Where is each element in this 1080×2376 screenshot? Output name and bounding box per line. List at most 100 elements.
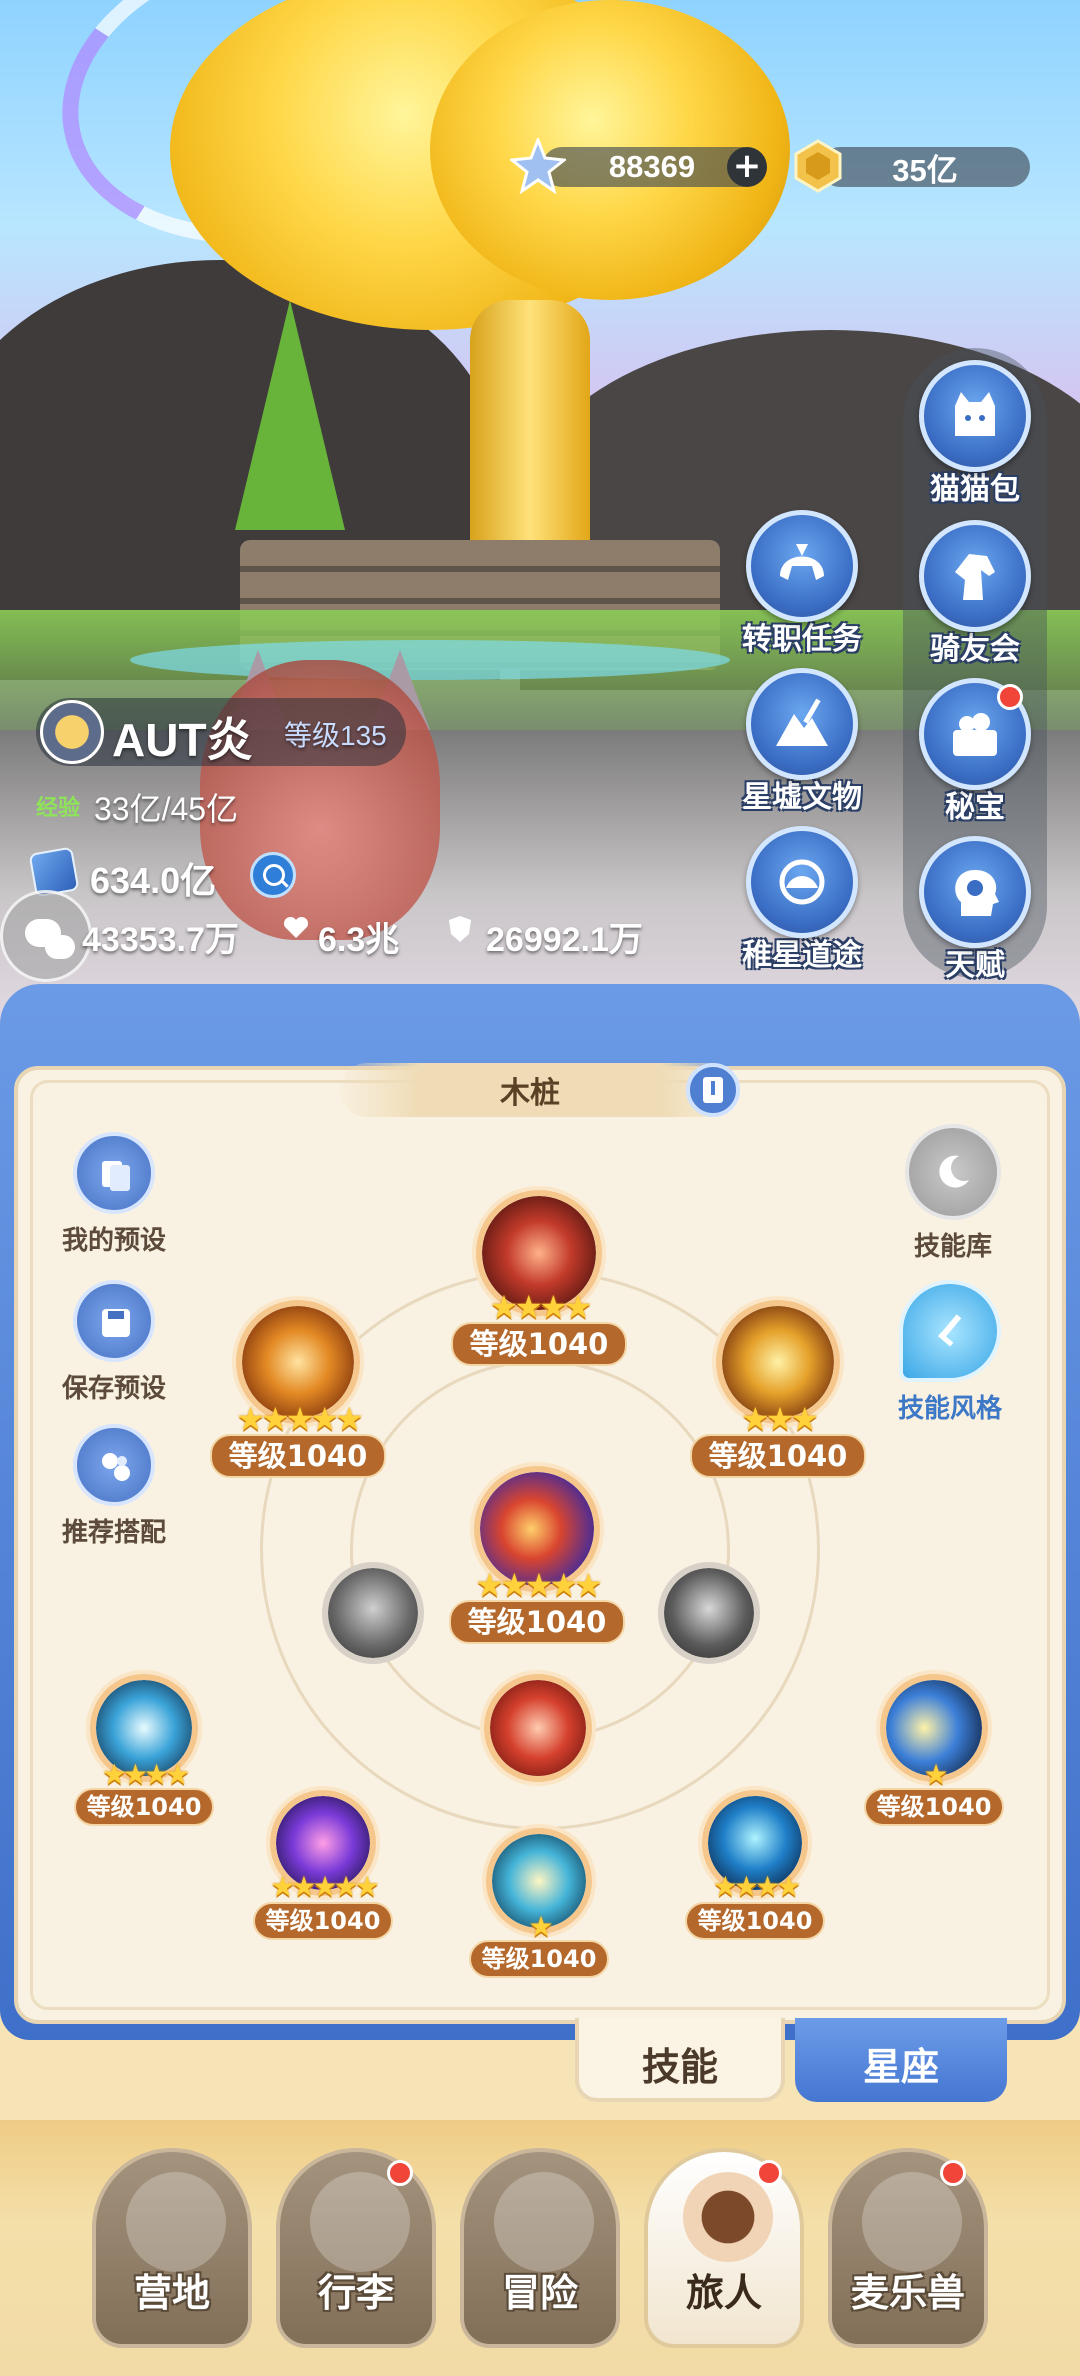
skill-stars: ★★★★★	[475, 1566, 602, 1604]
recommend-combo-button[interactable]: 推荐搭配	[34, 1424, 194, 1549]
skill-level: 等级1040	[210, 1434, 386, 1478]
sword-shield-icon	[937, 1314, 962, 1347]
pets-badge	[940, 2160, 966, 2186]
target-label: 木桩	[500, 1076, 560, 1111]
gold-value: 35亿	[892, 152, 958, 188]
exp-value: 33亿/45亿	[94, 791, 239, 827]
treasure-chest-icon	[953, 713, 997, 756]
cat-pet-icon	[862, 2172, 962, 2272]
tab-skill-label: 技能	[641, 2045, 718, 2089]
star-road-icon	[779, 859, 825, 905]
skill-slot-upper-right[interactable]: ★★★ 等级1040	[690, 1300, 866, 1478]
star-gem-icon	[510, 138, 566, 194]
horse-head-icon	[955, 554, 995, 600]
save-preset-label: 保存预设	[61, 1374, 166, 1404]
nav-traveler-label: 旅人	[685, 2271, 762, 2315]
skill-slot-lower-left[interactable]: ★★★★★ 等级1040	[253, 1790, 393, 1940]
skill-stars: ★★★	[740, 1400, 819, 1438]
heart-icon	[283, 916, 309, 938]
nav-pets-label: 麦乐兽	[850, 2271, 965, 2315]
menu-treasure[interactable]: 秘宝	[900, 678, 1050, 826]
recommend-combo-icon	[102, 1453, 130, 1481]
moon-star-icon	[939, 1155, 969, 1188]
combat-power-value: 634.0亿	[90, 860, 217, 901]
player-level: 等级135	[284, 720, 387, 751]
skill-level: 等级1040	[74, 1788, 214, 1826]
skill-level: 等级1040	[253, 1902, 393, 1940]
hp-value: 6.3兆	[318, 921, 400, 959]
skill-stars: ★★★★★	[236, 1400, 363, 1438]
skill-library-button[interactable]: 技能库	[873, 1124, 1033, 1263]
player-name: AUT炎	[112, 714, 253, 766]
skill-style-button[interactable]: 技能风格	[870, 1280, 1030, 1425]
skill-level: 等级1040	[864, 1788, 1004, 1826]
skill-stars: ★★★★	[101, 1758, 190, 1791]
skill-slot-locked-right[interactable]	[658, 1562, 760, 1664]
castle-icon	[126, 2172, 226, 2272]
save-preset-button[interactable]: 保存预设	[34, 1280, 194, 1405]
skill-slot-upper-left[interactable]: ★★★★★ 等级1040	[210, 1300, 386, 1478]
menu-rider-club[interactable]: 骑友会	[900, 520, 1050, 668]
player-avatar[interactable]	[40, 700, 104, 764]
skill-level: 等级1040	[685, 1902, 825, 1940]
skill-stars: ★	[923, 1758, 948, 1791]
menu-cat-bag[interactable]: 猫猫包	[900, 360, 1050, 508]
skill-slot-core[interactable]	[484, 1674, 592, 1782]
skill-slot-lower-center[interactable]: ★ 等级1040	[469, 1828, 609, 1978]
recommend-combo-label: 推荐搭配	[61, 1518, 166, 1548]
water-stream	[130, 640, 730, 680]
menu-job-quest[interactable]: 转职任务	[727, 510, 877, 658]
skill-slot-far-right[interactable]: ★ 等级1040	[864, 1674, 1004, 1826]
search-icon[interactable]	[250, 852, 296, 898]
my-presets-button[interactable]: 我的预设	[34, 1132, 194, 1257]
menu-talent[interactable]: 天赋	[900, 836, 1050, 984]
chat-icon[interactable]	[0, 890, 92, 982]
menu-relics[interactable]: 星墟文物	[727, 668, 877, 816]
skill-library-label: 技能库	[913, 1232, 992, 1262]
nav-camp-label: 营地	[133, 2271, 210, 2315]
skill-level: 等级1040	[469, 1940, 609, 1978]
crossed-swords-icon	[494, 2172, 594, 2272]
cat-bag-icon	[955, 392, 995, 436]
skill-slot-top[interactable]: ★★★★ 等级1040	[451, 1190, 627, 1366]
skill-slot-center[interactable]: ★★★★★ 等级1040	[449, 1466, 625, 1644]
nav-camp[interactable]: 营地	[92, 2148, 252, 2348]
tab-skill[interactable]: 技能	[575, 2018, 785, 2102]
head-brain-icon	[955, 870, 999, 916]
skill-level: 等级1040	[451, 1322, 627, 1366]
pine-tree	[235, 300, 345, 530]
gold-coin-icon	[794, 139, 842, 193]
save-disk-icon	[102, 1309, 130, 1337]
nav-adventure[interactable]: 冒险	[460, 2148, 620, 2348]
tab-constellation-label: 星座	[862, 2045, 939, 2089]
my-presets-label: 我的预设	[61, 1226, 166, 1256]
skill-stars: ★	[528, 1910, 553, 1943]
gold-counter: 35亿	[820, 147, 1030, 188]
treasure-badge	[997, 684, 1023, 710]
nav-luggage-label: 行李	[317, 2271, 394, 2315]
add-gems-button[interactable]: +	[727, 147, 767, 187]
defense-value: 26992.1万	[486, 921, 643, 959]
preset-cards-icon	[102, 1161, 130, 1191]
backpack-icon	[310, 2172, 410, 2272]
luggage-badge	[387, 2160, 413, 2186]
skill-stars: ★★★★	[489, 1288, 593, 1326]
tab-constellation[interactable]: 星座	[795, 2018, 1007, 2102]
traveler-portrait-icon	[678, 2172, 778, 2272]
exp-label: 经验	[36, 796, 81, 821]
shield-icon	[449, 916, 471, 942]
target-info-icon[interactable]	[686, 1063, 740, 1117]
skill-level: 等级1040	[690, 1434, 866, 1478]
traveler-badge	[756, 2160, 782, 2186]
golden-tree-trunk	[470, 300, 590, 560]
skill-level: 等级1040	[449, 1600, 625, 1644]
skill-slot-lower-right[interactable]: ★★★★ 等级1040	[685, 1790, 825, 1940]
skill-slot-locked-left[interactable]	[322, 1562, 424, 1664]
skill-style-label: 技能风格	[897, 1394, 1002, 1424]
mountain-sword-icon	[776, 698, 828, 746]
skill-stars: ★★★★★	[270, 1870, 380, 1903]
skill-slot-far-left[interactable]: ★★★★ 等级1040	[74, 1674, 214, 1826]
attack-value: 43353.7万	[82, 921, 239, 959]
skill-stars: ★★★★	[712, 1870, 801, 1903]
menu-star-road[interactable]: 稚星道途	[727, 826, 877, 974]
